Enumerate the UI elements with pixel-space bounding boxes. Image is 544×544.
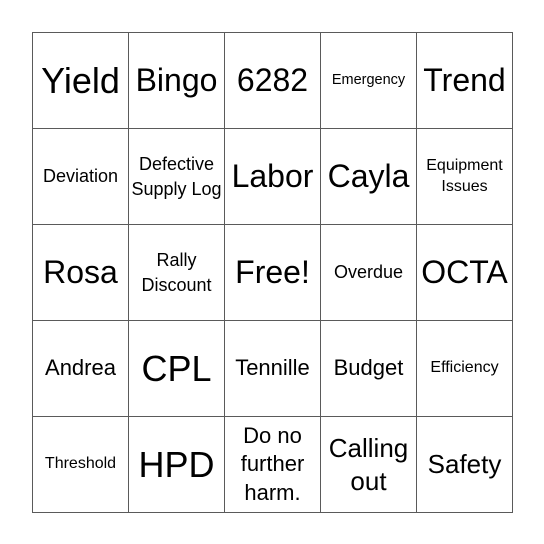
bingo-cell[interactable]: Rosa [33, 225, 129, 321]
bingo-cell[interactable]: Efficiency [417, 321, 513, 417]
bingo-cell[interactable]: Defective Supply Log [129, 129, 225, 225]
bingo-cell[interactable]: HPD [129, 417, 225, 513]
free-space-cell[interactable]: Free! [225, 225, 321, 321]
bingo-cell[interactable]: 6282 [225, 33, 321, 129]
bingo-cell[interactable]: Deviation [33, 129, 129, 225]
bingo-cell[interactable]: CPL [129, 321, 225, 417]
bingo-cell[interactable]: Calling out [321, 417, 417, 513]
bingo-cell[interactable]: Tennille [225, 321, 321, 417]
bingo-cell[interactable]: Yield [33, 33, 129, 129]
bingo-cell[interactable]: Threshold [33, 417, 129, 513]
bingo-cell[interactable]: Trend [417, 33, 513, 129]
bingo-cell[interactable]: Bingo [129, 33, 225, 129]
bingo-cell[interactable]: Safety [417, 417, 513, 513]
bingo-cell[interactable]: Emergency [321, 33, 417, 129]
bingo-cell[interactable]: Overdue [321, 225, 417, 321]
bingo-cell[interactable]: OCTA [417, 225, 513, 321]
bingo-cell[interactable]: Cayla [321, 129, 417, 225]
bingo-cell[interactable]: Labor [225, 129, 321, 225]
bingo-cell[interactable]: Equipment Issues [417, 129, 513, 225]
bingo-cell[interactable]: Rally Discount [129, 225, 225, 321]
bingo-cell[interactable]: Budget [321, 321, 417, 417]
bingo-cell[interactable]: Do no further harm. [225, 417, 321, 513]
bingo-board: Yield Bingo 6282 Emergency Trend Deviati… [32, 32, 513, 513]
bingo-cell[interactable]: Andrea [33, 321, 129, 417]
